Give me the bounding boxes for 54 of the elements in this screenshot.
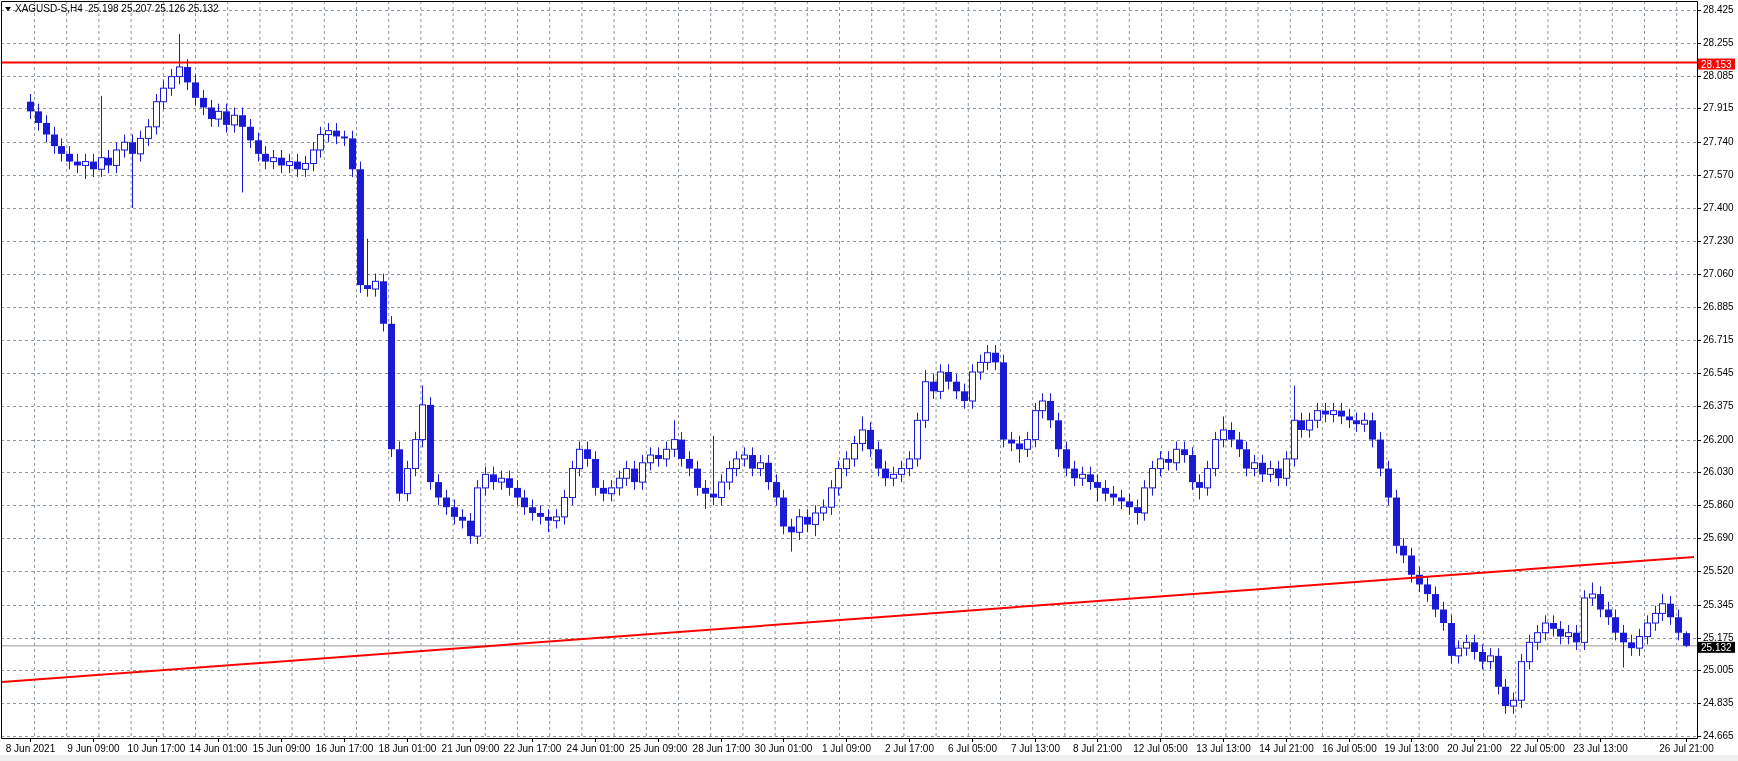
time-tick-label: 18 Jun 01:00 xyxy=(378,743,437,754)
price-tick-label: 24.835 xyxy=(1703,697,1734,708)
price-tick-label: 28.425 xyxy=(1703,4,1734,15)
price-tick-label: 27.230 xyxy=(1703,235,1734,246)
price-tick-label: 26.715 xyxy=(1703,334,1734,345)
price-tick-label: 25.175 xyxy=(1703,632,1734,643)
time-tick-label: 9 Jun 09:00 xyxy=(67,743,120,754)
time-tick-label: 26 Jul 21:00 xyxy=(1659,743,1714,754)
time-tick-label: 13 Jul 13:00 xyxy=(1196,743,1251,754)
time-tick-label: 8 Jun 2021 xyxy=(5,743,56,754)
time-tick-label: 1 Jul 09:00 xyxy=(822,743,871,754)
time-tick-label: 15 Jun 09:00 xyxy=(252,743,311,754)
price-tick-label: 25.690 xyxy=(1703,532,1734,543)
price-tick-label: 28.085 xyxy=(1703,70,1734,81)
price-tick-label: 24.665 xyxy=(1703,730,1734,741)
time-tick-label: 25 Jun 09:00 xyxy=(629,743,688,754)
time-tick-label: 12 Jul 05:00 xyxy=(1133,743,1188,754)
price-tick-label: 25.520 xyxy=(1703,565,1734,576)
price-tick-label: 26.545 xyxy=(1703,367,1734,378)
price-tick-label: 27.400 xyxy=(1703,202,1734,213)
time-tick-label: 20 Jul 21:00 xyxy=(1447,743,1502,754)
time-tick-label: 22 Jun 17:00 xyxy=(503,743,562,754)
time-tick-label: 10 Jun 17:00 xyxy=(127,743,186,754)
time-tick-label: 19 Jul 13:00 xyxy=(1384,743,1439,754)
price-tick-label: 27.740 xyxy=(1703,136,1734,147)
price-tick-label: 26.200 xyxy=(1703,434,1734,445)
time-tick-label: 22 Jul 05:00 xyxy=(1510,743,1565,754)
time-tick-label: 16 Jul 05:00 xyxy=(1322,743,1377,754)
price-tick-label: 26.030 xyxy=(1703,466,1734,477)
symbol-timeframe: XAGUSD-S,H4 xyxy=(15,3,83,14)
price-tick-label: 27.060 xyxy=(1703,268,1734,279)
price-tick-label: 27.915 xyxy=(1703,102,1734,113)
price-tick-label: 28.255 xyxy=(1703,37,1734,48)
price-label: 28.153 xyxy=(1698,58,1735,70)
time-tick-label: 14 Jul 21:00 xyxy=(1259,743,1314,754)
price-tick-label: 25.005 xyxy=(1703,664,1734,675)
time-tick-label: 30 Jun 01:00 xyxy=(754,743,813,754)
price-tick-label: 26.375 xyxy=(1703,400,1734,411)
time-tick-label: 14 Jun 01:00 xyxy=(189,743,248,754)
time-tick-label: 23 Jul 13:00 xyxy=(1573,743,1628,754)
price-tick-label: 25.345 xyxy=(1703,599,1734,610)
time-tick-label: 2 Jul 17:00 xyxy=(885,743,934,754)
price-tick-label: 25.860 xyxy=(1703,499,1734,510)
time-tick-label: 28 Jun 17:00 xyxy=(692,743,751,754)
price-label: 25.132 xyxy=(1698,641,1735,653)
time-tick-label: 8 Jul 21:00 xyxy=(1073,743,1122,754)
price-tick-label: 27.570 xyxy=(1703,169,1734,180)
time-tick-label: 21 Jun 09:00 xyxy=(441,743,500,754)
ohlc-values: 25.198 25.207 25.126 25.132 xyxy=(88,3,219,14)
time-tick-label: 16 Jun 17:00 xyxy=(315,743,374,754)
time-tick-label: 6 Jul 05:00 xyxy=(948,743,997,754)
time-tick-label: 7 Jul 13:00 xyxy=(1011,743,1060,754)
price-tick-label: 26.885 xyxy=(1703,301,1734,312)
time-tick-label: 24 Jun 01:00 xyxy=(566,743,625,754)
